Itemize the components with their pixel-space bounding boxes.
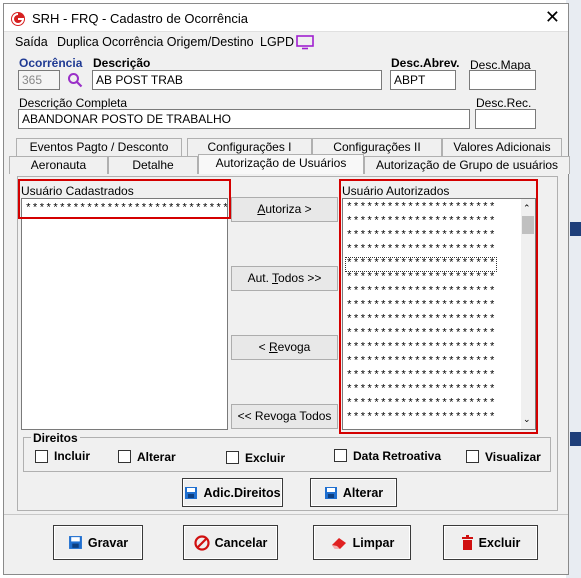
desc-abrev-label: Desc.Abrev. xyxy=(391,56,460,70)
aut-todos-button[interactable]: Aut. Todos >> xyxy=(231,266,338,291)
visualizar-label: Visualizar xyxy=(485,450,541,464)
alterar-label: Alterar xyxy=(137,450,176,464)
autoriza-button[interactable]: Autoriza > xyxy=(231,197,338,222)
save-icon xyxy=(68,536,82,549)
alterar-checkbox[interactable] xyxy=(118,450,131,463)
eraser-icon xyxy=(331,537,346,549)
incluir-checkbox[interactable] xyxy=(35,450,48,463)
excluir-checkbox[interactable] xyxy=(226,451,239,464)
close-icon[interactable]: ✕ xyxy=(545,7,560,28)
bg-element xyxy=(570,432,581,446)
tab-detalhe[interactable]: Detalhe xyxy=(108,156,198,174)
direitos-title: Direitos xyxy=(31,431,80,445)
alterar-action-label: Alterar xyxy=(342,485,384,500)
tab-aeronauta[interactable]: Aeronauta xyxy=(9,156,108,174)
incluir-label: Incluir xyxy=(54,449,91,463)
desc-abrev-field[interactable]: ABPT xyxy=(390,70,456,90)
descricao-field[interactable]: AB POST TRAB xyxy=(92,70,382,90)
menu-lgpd[interactable]: LGPD xyxy=(260,35,294,49)
data-retroativa-checkbox[interactable] xyxy=(334,449,347,462)
gravar-label: Gravar xyxy=(87,535,129,550)
title-bar: SRH - FRQ - Cadastro de Ocorrência ✕ xyxy=(4,4,568,32)
window-title: SRH - FRQ - Cadastro de Ocorrência xyxy=(32,11,249,26)
adic-direitos-label: Adic.Direitos xyxy=(203,485,281,500)
limpar-label: Limpar xyxy=(352,535,395,550)
revoga-button[interactable]: < Revoga xyxy=(231,335,338,360)
alterar-button[interactable]: Alterar xyxy=(310,478,397,507)
revoga-todos-button[interactable]: << Revoga Todos xyxy=(231,404,338,429)
ocorrencia-field[interactable]: 365 xyxy=(18,70,60,90)
tab-autorizacao-grupo[interactable]: Autorização de Grupo de usuários xyxy=(364,156,570,174)
cancelar-label: Cancelar xyxy=(214,535,268,550)
search-icon[interactable] xyxy=(67,72,83,88)
cancel-icon xyxy=(193,534,210,551)
menu-bar: Saída Duplica Ocorrência Origem/Destino … xyxy=(4,33,568,53)
tab-autorizacao-usuarios[interactable]: Autorização de Usuários xyxy=(198,154,364,174)
app-logo-icon xyxy=(11,12,25,26)
cancelar-button[interactable]: Cancelar xyxy=(183,525,278,560)
limpar-button[interactable]: Limpar xyxy=(313,525,411,560)
tab-valores[interactable]: Valores Adicionais xyxy=(442,138,562,156)
adic-direitos-button[interactable]: Adic.Direitos xyxy=(182,478,283,507)
highlight-box xyxy=(339,179,538,434)
trash-icon xyxy=(461,534,473,550)
descricao-completa-field[interactable]: ABANDONAR POSTO DE TRABALHO xyxy=(18,109,470,129)
menu-saida[interactable]: Saída xyxy=(15,35,48,49)
excluir-label: Excluir xyxy=(245,451,286,465)
menu-duplica[interactable]: Duplica Ocorrência Origem/Destino xyxy=(57,35,254,49)
visualizar-checkbox[interactable] xyxy=(466,450,479,463)
bg-element xyxy=(570,222,581,236)
usuarios-cadastrados-list[interactable]: ****************************** xyxy=(21,198,228,430)
descricao-label: Descrição xyxy=(93,56,151,70)
save-icon xyxy=(324,486,337,499)
descricao-completa-label: Descrição Completa xyxy=(19,96,128,110)
highlight-box xyxy=(18,179,231,219)
footer-divider xyxy=(4,514,568,515)
data-retroativa-label: Data Retroativa xyxy=(353,449,442,463)
monitor-icon[interactable] xyxy=(296,35,314,50)
gravar-button[interactable]: Gravar xyxy=(53,525,143,560)
ocorrencia-label: Ocorrência xyxy=(19,56,83,70)
desc-rec-field[interactable] xyxy=(475,109,536,129)
desc-rec-label: Desc.Rec. xyxy=(476,96,532,110)
save-icon xyxy=(185,486,198,499)
tab-eventos[interactable]: Eventos Pagto / Desconto xyxy=(16,138,182,156)
excluir-button[interactable]: Excluir xyxy=(443,525,538,560)
dialog-window: SRH - FRQ - Cadastro de Ocorrência ✕ Saí… xyxy=(3,3,570,575)
excluir-action-label: Excluir xyxy=(478,535,521,550)
desc-mapa-field[interactable] xyxy=(469,70,536,90)
